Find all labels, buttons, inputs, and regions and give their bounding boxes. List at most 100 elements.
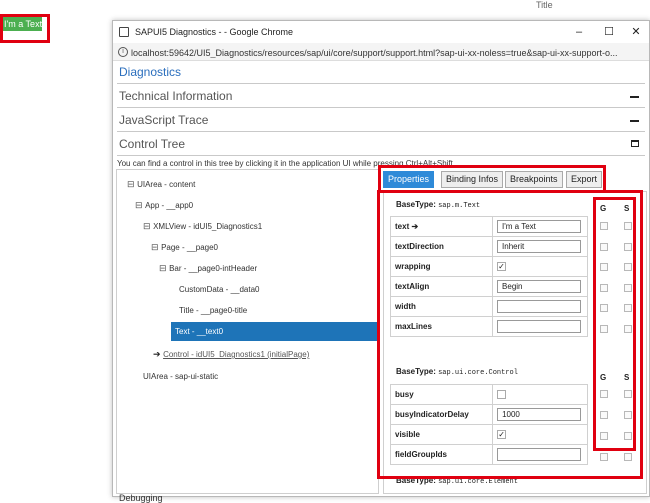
property-row: text ➔ I'm a Text — [389, 216, 588, 237]
collapse-icon[interactable]: ⊟ — [143, 221, 151, 231]
tree-node[interactable]: ⊟ Page - __page0 — [151, 242, 218, 253]
tab-export[interactable]: Export — [566, 171, 603, 188]
tree-node-link-label[interactable]: Control - idUI5_Diagnostics1 (initialPag… — [163, 350, 309, 359]
collapse-icon[interactable]: ⊟ — [151, 242, 159, 252]
property-row: textAlign Begin — [389, 276, 588, 297]
property-name: busyIndicatorDelay — [389, 404, 494, 425]
property-row: textDirection Inherit — [389, 236, 588, 257]
property-value-input[interactable] — [497, 448, 582, 461]
property-checkbox-checked[interactable]: ✓ — [497, 430, 507, 439]
static-checkbox[interactable] — [624, 411, 632, 419]
property-value-input[interactable] — [497, 300, 582, 313]
global-checkbox[interactable] — [600, 390, 608, 398]
property-row: busy — [389, 384, 588, 405]
static-checkbox[interactable] — [624, 432, 632, 440]
property-value-input[interactable]: Begin — [497, 280, 582, 293]
global-checkbox[interactable] — [600, 284, 608, 292]
global-checkbox[interactable] — [600, 304, 608, 312]
arrow-right-icon: ➔ — [153, 349, 161, 359]
property-table: busy busyIndicatorDelay 1000 visible ✓ fie… — [389, 384, 588, 465]
close-icon[interactable]: ✕ — [626, 25, 646, 39]
section-label: Control Tree — [119, 137, 186, 151]
window-titlebar: SAPUI5 Diagnostics - - Google Chrome – ☐… — [113, 21, 649, 43]
global-column-label: G — [600, 373, 607, 382]
collapse-icon[interactable]: ⊟ — [159, 263, 167, 273]
tab-binding-infos[interactable]: Binding Infos — [441, 171, 504, 188]
tree-node-label[interactable]: Bar - __page0-intHeader — [169, 264, 257, 273]
url-text[interactable]: localhost:59642/UI5_Diagnostics/resource… — [131, 48, 646, 58]
section-technical-information[interactable]: Technical Information — [117, 86, 645, 108]
maximize-section-icon[interactable] — [631, 140, 639, 147]
base-type-label: BaseType: sap.m.Text — [396, 200, 480, 210]
global-column-label: G — [600, 204, 607, 213]
property-value-input[interactable]: 1000 — [497, 408, 582, 421]
section-control-tree[interactable]: Control Tree — [117, 134, 645, 156]
tab-breakpoints[interactable]: Breakpoints — [505, 171, 563, 188]
control-tree: ⊟ UIArea - content ⊟ App - __app0 ⊟ XMLV… — [116, 169, 379, 494]
base-type-prefix: BaseType: — [396, 476, 436, 485]
diagnostics-header: Diagnostics — [117, 62, 645, 84]
global-checkbox[interactable] — [600, 432, 608, 440]
section-label: JavaScript Trace — [119, 113, 209, 127]
global-checkbox[interactable] — [600, 263, 608, 271]
static-checkbox[interactable] — [624, 304, 632, 312]
tree-node-label[interactable]: CustomData - __data0 — [179, 285, 260, 294]
collapse-icon[interactable] — [630, 96, 639, 98]
property-name: textDirection — [389, 236, 494, 257]
property-checkbox[interactable] — [497, 390, 507, 399]
tree-node-link[interactable]: ➔ Control - idUI5_Diagnostics1 (initialP… — [153, 349, 309, 360]
tree-node[interactable]: ⊟ Bar - __page0-intHeader — [159, 263, 257, 274]
global-checkbox[interactable] — [600, 222, 608, 230]
property-value-input[interactable]: Inherit — [497, 240, 582, 253]
section-label: Technical Information — [119, 89, 233, 103]
tree-node[interactable]: ⊟ XMLView - idUI5_Diagnostics1 — [143, 221, 262, 232]
property-checkbox-checked[interactable]: ✓ — [497, 262, 507, 271]
tree-node-label[interactable]: UIArea - content — [137, 180, 195, 189]
tree-node-label[interactable]: Page - __page0 — [161, 243, 218, 252]
tree-node-label[interactable]: Title - __page0-title — [179, 306, 247, 315]
tab-properties[interactable]: Properties — [383, 171, 435, 188]
global-checkbox[interactable] — [600, 243, 608, 251]
property-table: text ➔ I'm a Text textDirection Inherit wr… — [389, 216, 588, 337]
property-name: fieldGroupIds — [389, 444, 494, 465]
global-checkbox[interactable] — [600, 453, 608, 461]
base-type-prefix: BaseType: — [396, 200, 436, 209]
tree-node-label[interactable]: Text - __text0 — [175, 327, 223, 336]
minimize-icon[interactable]: – — [569, 25, 589, 39]
property-row: fieldGroupIds — [389, 444, 588, 465]
static-checkbox[interactable] — [624, 284, 632, 292]
tree-node-label[interactable]: XMLView - idUI5_Diagnostics1 — [153, 222, 262, 231]
static-checkbox[interactable] — [624, 325, 632, 333]
section-javascript-trace[interactable]: JavaScript Trace — [117, 110, 645, 132]
tree-node[interactable]: UIArea - sap-ui-static — [143, 371, 218, 381]
tree-node[interactable]: ⊟ UIArea - content — [127, 179, 195, 190]
app-text-element[interactable]: I'm a Text — [2, 17, 42, 31]
tree-node-label[interactable]: App - __app0 — [145, 201, 193, 210]
static-checkbox[interactable] — [624, 222, 632, 230]
tree-node[interactable]: ⊟ App - __app0 — [135, 200, 193, 211]
collapse-icon[interactable]: ⊟ — [135, 200, 143, 210]
global-checkbox[interactable] — [600, 325, 608, 333]
collapse-icon[interactable] — [630, 120, 639, 122]
static-checkbox[interactable] — [624, 263, 632, 271]
maximize-icon[interactable]: ☐ — [599, 25, 619, 39]
static-checkbox[interactable] — [624, 453, 632, 461]
tree-node-label[interactable]: UIArea - sap-ui-static — [143, 372, 218, 381]
tree-node-selected[interactable]: Text - __text0 — [175, 326, 223, 336]
tree-node[interactable]: CustomData - __data0 — [179, 284, 260, 294]
property-value-input[interactable] — [497, 320, 582, 333]
info-icon[interactable]: i — [118, 47, 128, 57]
property-name: textAlign — [389, 276, 494, 297]
debugging-section[interactable]: Debugging — [119, 493, 163, 503]
properties-content: BaseType: sap.m.Text G S text ➔ I'm a Tex… — [383, 191, 647, 494]
property-name: busy — [389, 384, 494, 405]
url-bar[interactable]: i localhost:59642/UI5_Diagnostics/resour… — [113, 43, 649, 61]
page-icon — [119, 27, 129, 37]
static-checkbox[interactable] — [624, 390, 632, 398]
collapse-icon[interactable]: ⊟ — [127, 179, 135, 189]
property-value-input[interactable]: I'm a Text — [497, 220, 582, 233]
tree-node[interactable]: Title - __page0-title — [179, 305, 247, 315]
base-type-value: sap.m.Text — [438, 202, 481, 210]
global-checkbox[interactable] — [600, 411, 608, 419]
static-checkbox[interactable] — [624, 243, 632, 251]
